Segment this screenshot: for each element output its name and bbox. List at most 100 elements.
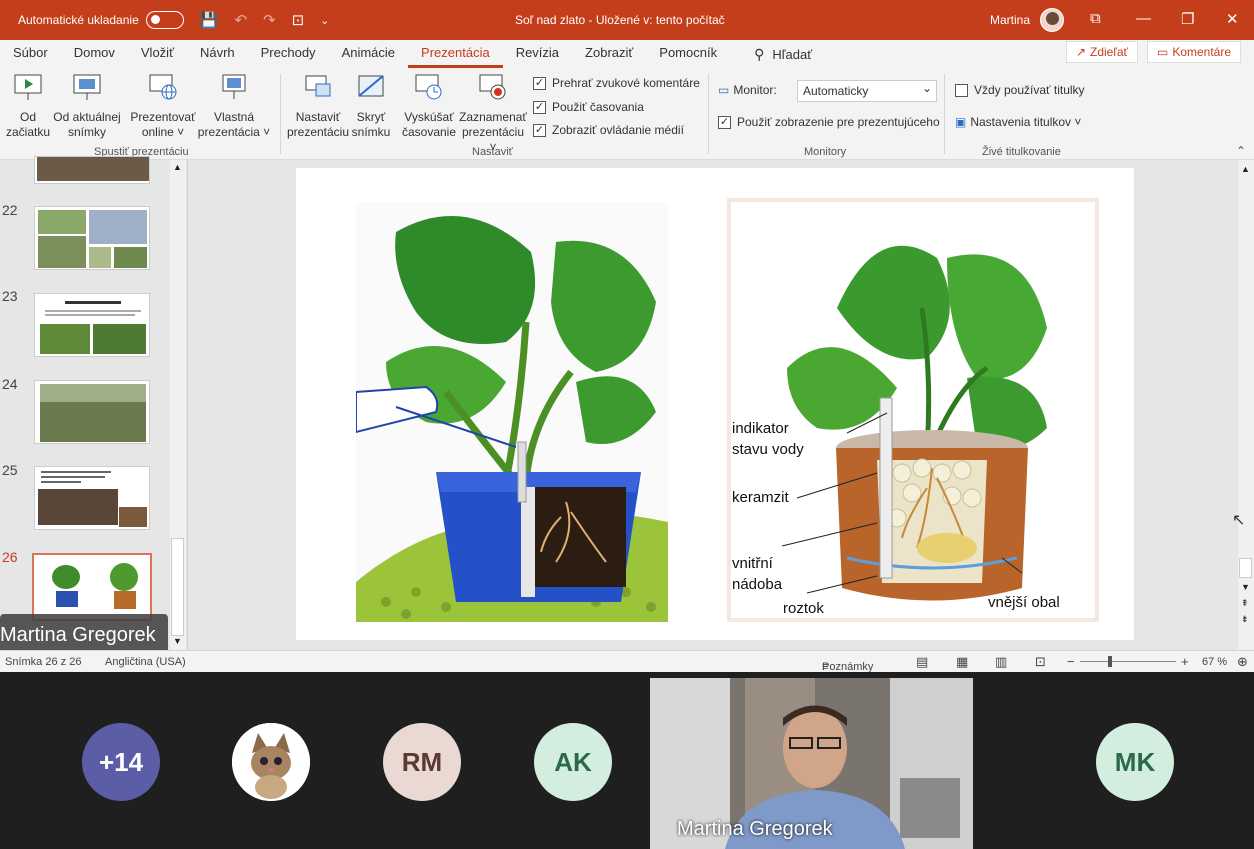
from-beginning-button[interactable]: Od začiatku	[6, 72, 50, 140]
participant-avatar-ak[interactable]: AK	[534, 723, 612, 801]
next-slide-icon[interactable]: ⇟	[1241, 614, 1249, 625]
caption-settings-button[interactable]: ▣ Nastavenia titulkov ˅	[955, 115, 1081, 129]
participant-video[interactable]: Martina Gregorek	[650, 678, 973, 849]
slide-thumbnail[interactable]	[34, 293, 150, 357]
group-label-setup: Nastaviť	[472, 146, 513, 158]
use-timings-checkbox[interactable]: ✓ Použiť časovania	[533, 100, 644, 114]
language-status[interactable]: Angličtina (USA)	[105, 656, 186, 668]
autosave-toggle[interactable]	[145, 11, 184, 29]
share-button[interactable]: ↗ Zdieľať	[1066, 41, 1138, 63]
record-icon	[479, 74, 506, 100]
kitten-avatar-image	[232, 723, 310, 801]
from-current-label-1: Od aktuálnej	[53, 110, 121, 124]
monitor-select[interactable]: Automaticky	[797, 80, 937, 102]
record-slideshow-button[interactable]: Zaznamenať prezentáciu ˅	[457, 72, 529, 155]
tab-review[interactable]: Revízia	[503, 40, 572, 68]
zoom-slider[interactable]	[1080, 661, 1176, 662]
scrollbar-thumb[interactable]	[171, 538, 184, 636]
slide-canvas[interactable]: indikator stavu vody keramzit vnitřní ná…	[296, 168, 1134, 640]
ribbon-display-icon[interactable]: ⧉	[1090, 10, 1101, 27]
play-narrations-checkbox[interactable]: ✓ Prehrať zvukové komentáre	[533, 76, 700, 90]
group-label-monitors: Monitory	[804, 146, 847, 158]
tab-view[interactable]: Zobraziť	[572, 40, 646, 68]
account-avatar[interactable]	[1040, 8, 1064, 32]
setup-show-button[interactable]: Nastaviť prezentáciu	[286, 72, 350, 140]
zoom-slider-thumb[interactable]	[1108, 656, 1112, 667]
checkbox-checked-icon: ✓	[718, 115, 731, 129]
autosave-label: Automatické ukladanie	[18, 13, 139, 27]
scroll-up-icon[interactable]: ▲	[173, 162, 182, 172]
normal-view-icon[interactable]: ▤	[916, 654, 928, 670]
slide-thumbnail[interactable]	[34, 466, 150, 530]
editor-area: 22 23 24 25 26 ▲ ▼ indikator stavu vody …	[0, 156, 1254, 650]
tab-file[interactable]: Súbor	[0, 40, 61, 68]
scroll-up-icon[interactable]: ▲	[1241, 164, 1250, 174]
scroll-down-icon[interactable]: ▼	[1241, 582, 1250, 592]
label-indicator-1: indikator	[732, 420, 789, 437]
slideshow-view-icon[interactable]: ⊡	[1035, 654, 1046, 670]
slide-thumbnail[interactable]	[34, 156, 150, 184]
comments-button[interactable]: ▭ Komentáre	[1147, 41, 1241, 63]
rehearse-label-1: Vyskúšať	[404, 110, 454, 124]
hide-slide-icon	[358, 75, 384, 97]
tab-transitions[interactable]: Prechody	[248, 40, 329, 68]
search-box[interactable]: ⚲ Hľadať	[754, 46, 812, 63]
thumbnail-image	[34, 555, 150, 619]
slideshow-current-icon	[73, 74, 101, 100]
tab-insert[interactable]: Vložiť	[128, 40, 187, 68]
redo-icon[interactable]: ↷	[263, 11, 276, 29]
reading-view-icon[interactable]: ▥	[995, 654, 1007, 670]
present-online-button[interactable]: Prezentovať online ˅	[128, 72, 198, 140]
participant-avatar-kitten[interactable]	[232, 723, 310, 801]
custom-show-label-1: Vlastná	[213, 110, 255, 124]
more-participants-button[interactable]: +14	[82, 723, 160, 801]
participant-avatar-rm[interactable]: RM	[383, 723, 461, 801]
slide-scrollbar[interactable]: ▲ ▼ ⇞ ⇟	[1238, 160, 1254, 650]
rehearse-timings-button[interactable]: Vyskúšať časovanie	[400, 72, 458, 140]
presenter-view-checkbox[interactable]: ✓ Použiť zobrazenie pre prezentujúceho	[718, 115, 940, 129]
save-icon[interactable]: 💾	[200, 11, 219, 29]
account-name[interactable]: Martina	[990, 13, 1030, 27]
tab-animations[interactable]: Animácie	[329, 40, 408, 68]
undo-icon[interactable]: ↶	[234, 11, 247, 29]
slide-sorter-icon[interactable]: ▦	[956, 654, 968, 670]
slide-thumbnail-active[interactable]	[32, 553, 152, 621]
customize-toolbar-icon[interactable]: ⌄	[320, 14, 329, 27]
thumbnail-image	[35, 157, 149, 183]
document-title: Soľ nad zlato - Uložené v: tento počítač	[515, 13, 725, 27]
tab-help[interactable]: Pomocník	[646, 40, 730, 68]
always-subtitles-checkbox[interactable]: Vždy používať titulky	[955, 83, 1085, 97]
previous-slide-icon[interactable]: ⇞	[1241, 598, 1249, 609]
autosave-control[interactable]: Automatické ukladanie	[18, 11, 184, 29]
tab-home[interactable]: Domov	[61, 40, 128, 68]
fit-slide-icon[interactable]: ⊕	[1237, 654, 1248, 670]
participant-avatar-mk[interactable]: MK	[1096, 723, 1174, 801]
from-current-button[interactable]: Od aktuálnej snímky	[52, 72, 122, 140]
restore-icon[interactable]: ❐	[1181, 10, 1194, 28]
zoom-in-icon[interactable]: +	[1181, 654, 1189, 669]
from-start-label-1: Od	[19, 110, 36, 124]
media-controls-checkbox[interactable]: ✓ Zobraziť ovládanie médií	[533, 123, 684, 137]
scrollbar-thumb[interactable]	[1239, 558, 1252, 578]
present-icon[interactable]: ⊡	[292, 11, 305, 29]
slide-thumbnail[interactable]	[34, 206, 150, 270]
tab-slideshow[interactable]: Prezentácia	[408, 40, 503, 68]
thumbnail-scrollbar[interactable]: ▲ ▼	[170, 160, 186, 650]
custom-show-button[interactable]: Vlastná prezentácia ˅	[196, 72, 272, 140]
self-watering-pot-illustration	[356, 202, 668, 622]
share-icon: ↗	[1075, 45, 1087, 59]
collapse-ribbon-icon[interactable]: ⌃	[1236, 144, 1246, 158]
scroll-down-icon[interactable]: ▼	[173, 636, 182, 646]
from-current-label-2: snímky	[67, 125, 106, 139]
zoom-out-icon[interactable]: −	[1067, 654, 1075, 669]
share-label: Zdieľať	[1090, 45, 1129, 59]
slide-thumbnail[interactable]	[34, 380, 150, 444]
close-icon[interactable]: ✕	[1226, 10, 1239, 28]
tab-design[interactable]: Návrh	[187, 40, 248, 68]
hide-slide-button[interactable]: Skryť snímku	[350, 72, 392, 140]
present-online-label-1: Prezentovať	[130, 110, 196, 124]
zoom-level[interactable]: 67 %	[1202, 656, 1227, 668]
minimize-icon[interactable]: —	[1136, 10, 1151, 27]
always-subtitles-label: Vždy používať titulky	[974, 83, 1085, 97]
group-separator	[280, 74, 281, 154]
